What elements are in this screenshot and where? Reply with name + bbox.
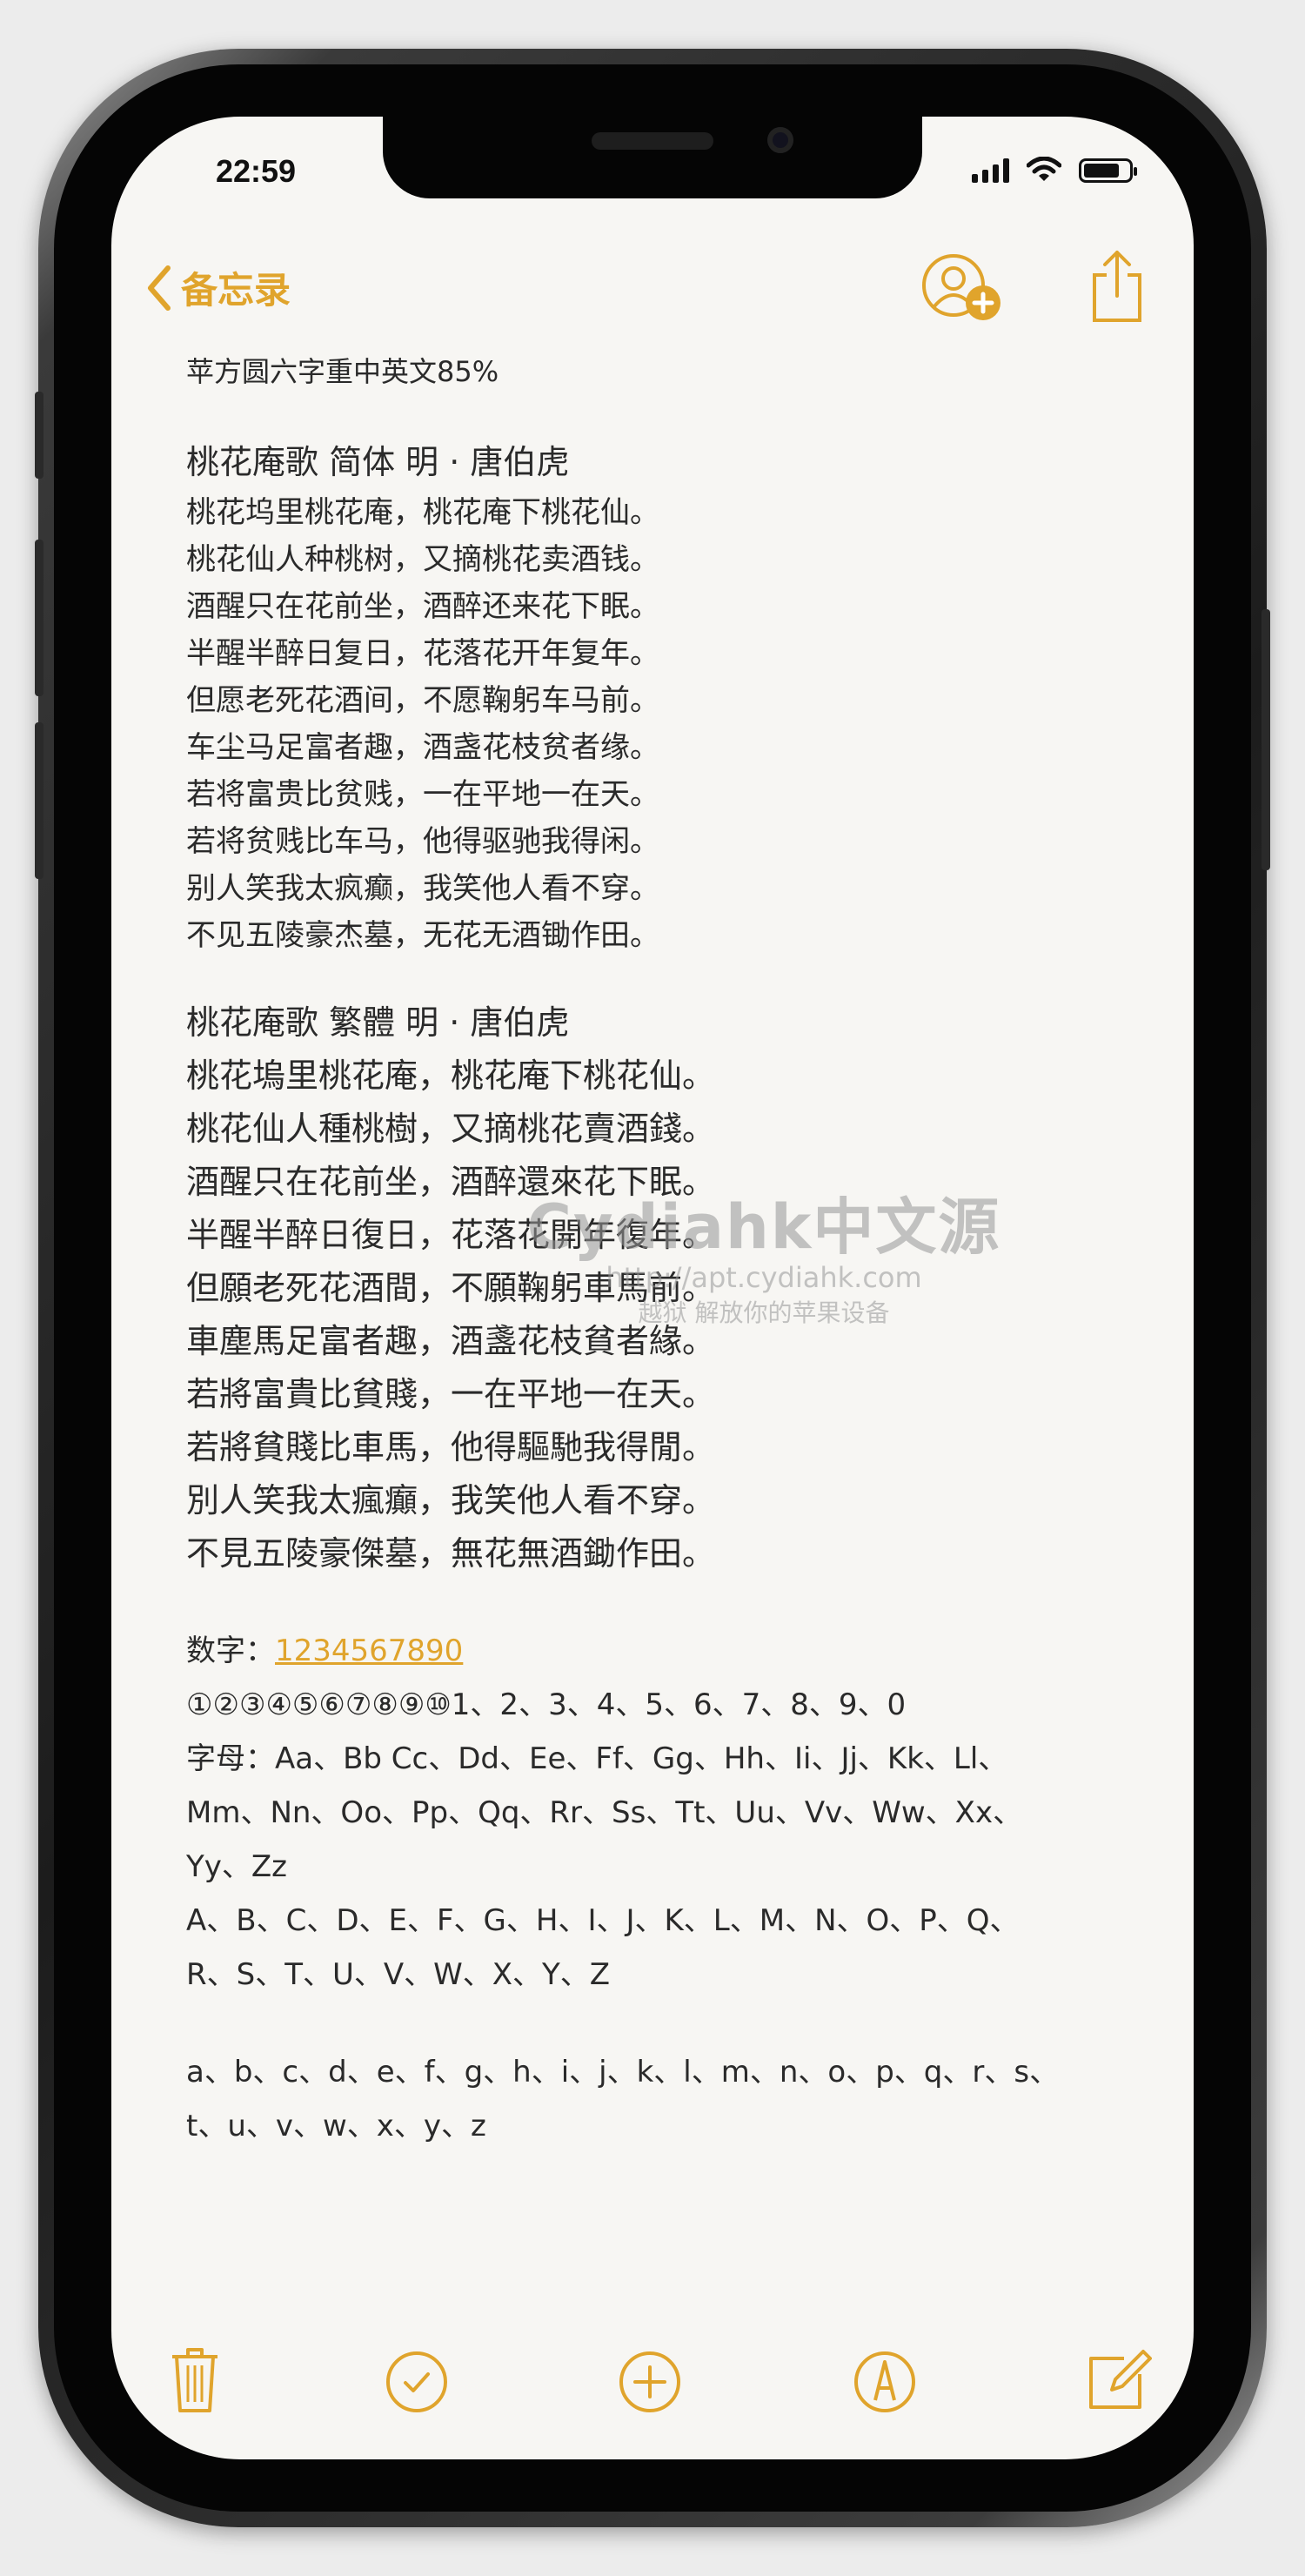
notch <box>383 117 922 198</box>
circled-numbers-line: ①②③④⑤⑥⑦⑧⑨⑩1、2、3、4、5、6、7、8、9、0 <box>186 1687 907 1722</box>
plus-circle-icon <box>619 2351 680 2412</box>
silent-switch <box>35 392 44 479</box>
compose-button[interactable] <box>1086 2346 1152 2416</box>
status-time: 22:59 <box>216 153 297 189</box>
compose-icon <box>1089 2350 1152 2409</box>
volume-down-button <box>35 722 44 879</box>
letters-line: Yy、Zz <box>186 1849 288 1884</box>
trash-icon <box>172 2348 218 2412</box>
front-camera <box>767 127 793 153</box>
poem-line: 酒醒只在花前坐，酒醉还来花下眠。 <box>186 589 659 624</box>
battery-icon <box>1079 158 1137 183</box>
lowercase-line: t、u、v、w、x、y、z <box>186 2109 486 2143</box>
poem-line: 但愿老死花酒间，不愿鞠躬车马前。 <box>186 683 659 718</box>
nav-bar: 备忘录 <box>111 247 1194 325</box>
wifi-icon <box>1027 157 1061 181</box>
poem-line: 不見五陵豪傑墓，無花無酒鋤作田。 <box>186 1534 716 1573</box>
share-button[interactable] <box>1089 249 1145 327</box>
poem-title-traditional: 桃花庵歌 繁體 明 · 唐伯虎 <box>186 1003 570 1042</box>
poem-line: 不见五陵豪杰墓，无花无酒锄作田。 <box>186 918 659 953</box>
add-person-icon <box>922 254 1000 320</box>
poem-line: 半醒半醉日复日，花落花开年复年。 <box>186 636 659 671</box>
status-icons <box>972 157 1137 183</box>
letters-line: A、B、C、D、E、F、G、H、I、J、K、L、M、N、O、P、Q、 <box>186 1903 1020 1938</box>
letters-line: Mm、Nn、Oo、Pp、Qq、Rr、Ss、Tt、Uu、Vv、Ww、Xx、 <box>186 1795 1023 1830</box>
poem-line: 桃花仙人种桃树，又摘桃花卖酒钱。 <box>186 542 659 577</box>
bottom-toolbar <box>111 2346 1194 2416</box>
letters-line: R、S、T、U、V、W、X、Y、Z <box>186 1957 611 1992</box>
poem-line: 但願老死花酒間，不願鞠躬車馬前。 <box>186 1269 716 1307</box>
poem-traditional: 桃花塢里桃花庵，桃花庵下桃花仙。 桃花仙人種桃樹，又摘桃花賣酒錢。 酒醒只在花前… <box>186 1050 1141 1580</box>
checkmark-circle-icon <box>386 2351 447 2412</box>
poem-line: 若将贫贱比车马，他得驱驰我得闲。 <box>186 824 659 859</box>
earpiece-speaker <box>592 132 713 150</box>
letters-line: 字母：Aa、Bb Cc、Dd、Ee、Ff、Gg、Hh、Ii、Jj、Kk、Ll、 <box>186 1741 1008 1776</box>
volume-up-button <box>35 540 44 696</box>
cellular-signal-icon <box>972 158 1009 183</box>
add-attachment-button[interactable] <box>618 2350 682 2418</box>
screen: 22:59 备忘录 苹方圆六字重中英文85% 桃花庵歌 简体 明 · 唐伯虎 桃… <box>111 117 1194 2459</box>
poem-line: 酒醒只在花前坐，酒醉還來花下眠。 <box>186 1163 716 1201</box>
poem-line: 若將富貴比貧賤，一在平地一在天。 <box>186 1375 716 1413</box>
note-heading: 苹方圆六字重中英文85% <box>186 355 499 388</box>
back-label: 备忘录 <box>181 269 291 312</box>
poem-title-simplified: 桃花庵歌 简体 明 · 唐伯虎 <box>186 443 570 481</box>
share-icon <box>1093 251 1141 322</box>
checklist-button[interactable] <box>385 2350 449 2418</box>
add-people-button[interactable] <box>920 254 1007 327</box>
numbers-label: 数字： <box>186 1633 275 1668</box>
poem-line: 车尘马足富者趣，酒盏花枝贫者缘。 <box>186 730 659 765</box>
chevron-left-icon <box>148 265 171 311</box>
poem-simplified: 桃花坞里桃花庵，桃花庵下桃花仙。 桃花仙人种桃树，又摘桃花卖酒钱。 酒醒只在花前… <box>186 489 1141 959</box>
poem-line: 半醒半醉日復日，花落花開年復年。 <box>186 1216 716 1254</box>
poem-line: 桃花塢里桃花庵，桃花庵下桃花仙。 <box>186 1057 716 1095</box>
numbers-line: 数字：1234567890 <box>186 1624 1141 1678</box>
poem-line: 桃花仙人種桃樹，又摘桃花賣酒錢。 <box>186 1110 716 1148</box>
phone-number-link[interactable]: 1234567890 <box>275 1633 463 1668</box>
lowercase-line: a、b、c、d、e、f、g、h、i、j、k、l、m、n、o、p、q、r、s、 <box>186 2055 1060 2090</box>
delete-button[interactable] <box>169 2346 221 2418</box>
poem-line: 若将富贵比贫贱，一在平地一在天。 <box>186 777 659 812</box>
note-body[interactable]: 苹方圆六字重中英文85% 桃花庵歌 简体 明 · 唐伯虎 桃花坞里桃花庵，桃花庵… <box>186 352 1141 2153</box>
poem-line: 車塵馬足富者趣，酒盞花枝貧者緣。 <box>186 1322 716 1360</box>
poem-line: 若將貧賤比車馬，他得驅馳我得閒。 <box>186 1428 716 1466</box>
poem-line: 别人笑我太疯癫，我笑他人看不穿。 <box>186 871 659 906</box>
markup-button[interactable] <box>853 2350 917 2418</box>
poem-line: 別人笑我太瘋癲，我笑他人看不穿。 <box>186 1481 716 1519</box>
power-button <box>1262 609 1270 870</box>
back-button[interactable]: 备忘录 <box>146 261 291 314</box>
markup-pen-icon <box>854 2351 915 2412</box>
poem-line: 桃花坞里桃花庵，桃花庵下桃花仙。 <box>186 495 659 530</box>
